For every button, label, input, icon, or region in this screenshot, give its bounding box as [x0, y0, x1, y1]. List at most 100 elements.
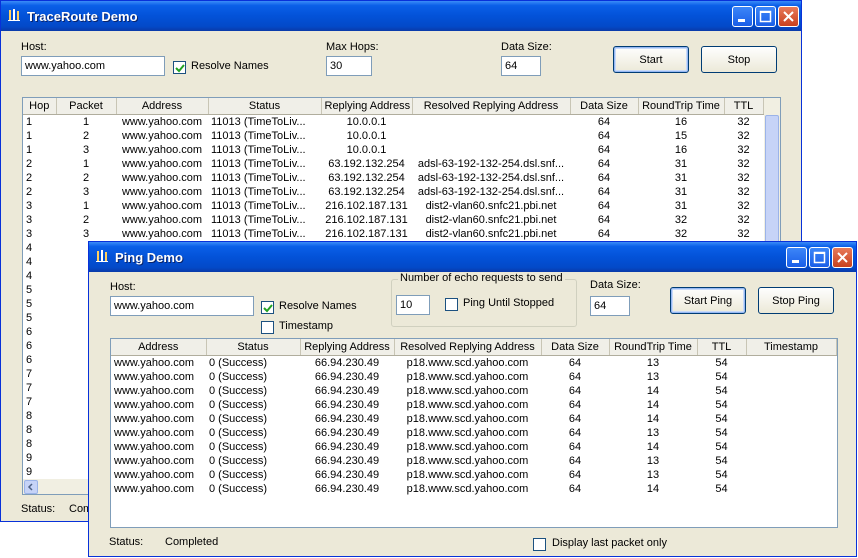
column-header[interactable]: TTL — [724, 98, 764, 115]
table-row[interactable]: www.yahoo.com 0 (Success) 66.94.230.49 p18.… — [111, 426, 836, 440]
table-row[interactable]: www.yahoo.com 0 (Success) 66.94.230.49 p18.… — [111, 398, 836, 412]
data-size-label: Data Size: — [590, 279, 641, 291]
timestamp-checkbox[interactable] — [261, 321, 274, 334]
table-cell: www.yahoo.com — [121, 214, 203, 226]
network-tower-icon — [8, 9, 20, 21]
scroll-thumb[interactable] — [765, 115, 779, 245]
resolve-names-checkbox[interactable] — [261, 301, 274, 314]
table-cell: 0 (Success) — [209, 455, 268, 467]
table-cell: 32 — [737, 158, 750, 170]
column-header[interactable]: Status — [208, 98, 322, 115]
table-cell: 3 — [26, 214, 33, 226]
table-cell: 64 — [597, 158, 611, 170]
chevron-left-icon — [27, 483, 33, 491]
table-cell: 66.94.230.49 — [314, 357, 380, 369]
table-cell: 54 — [715, 455, 728, 467]
host-input[interactable] — [21, 56, 165, 76]
column-header[interactable]: Data Size — [541, 339, 610, 356]
column-header[interactable]: Replying Address — [300, 339, 395, 356]
checkmark-icon — [263, 304, 273, 313]
table-row[interactable]: www.yahoo.com 0 (Success) 66.94.230.49 p18.… — [111, 440, 836, 454]
display-last-packet-checkbox[interactable] — [533, 538, 546, 551]
table-row[interactable]: www.yahoo.com 0 (Success) 66.94.230.49 p18.… — [111, 454, 836, 468]
status-label: Status: — [21, 503, 56, 515]
column-header[interactable]: Hop — [23, 98, 57, 115]
table-row[interactable]: www.yahoo.com 0 (Success) 66.94.230.49 p18.… — [111, 356, 836, 371]
table-row[interactable]: 2 3 www.yahoo.com 11013 (TimeToLiv... 63.192… — [23, 185, 763, 199]
table-cell: 0 (Success) — [209, 371, 268, 383]
table-cell: 11013 (TimeToLiv... — [211, 186, 306, 198]
scroll-left-arrow[interactable] — [24, 480, 38, 494]
status-label: Status: — [109, 536, 144, 548]
table-cell: 5 — [26, 298, 33, 310]
ping-results-list[interactable]: Address Status Replying Address Resolved Re… — [110, 338, 838, 528]
data-size-input[interactable] — [590, 296, 630, 316]
ping-titlebar[interactable]: Ping Demo — [89, 242, 856, 272]
max-hops-input[interactable] — [326, 56, 372, 76]
minimize-button[interactable] — [786, 247, 807, 268]
table-row[interactable]: 3 1 www.yahoo.com 11013 (TimeToLiv... 216.10… — [23, 199, 763, 213]
column-header[interactable]: Resolved Replying Address — [394, 339, 542, 356]
table-cell: www.yahoo.com — [121, 116, 203, 128]
start-button-label: Start — [639, 53, 663, 66]
table-row[interactable]: 3 3 www.yahoo.com 11013 (TimeToLiv... 216.10… — [23, 227, 763, 241]
maximize-button[interactable] — [755, 6, 776, 27]
close-button[interactable] — [778, 6, 799, 27]
resolve-names-checkbox[interactable] — [173, 61, 186, 74]
table-row[interactable]: www.yahoo.com 0 (Success) 66.94.230.49 p18.… — [111, 468, 836, 482]
column-header[interactable]: TTL — [697, 339, 747, 356]
traceroute-titlebar[interactable]: TraceRoute Demo — [1, 1, 801, 31]
column-header[interactable]: RoundTrip Time — [638, 98, 725, 115]
table-row[interactable]: www.yahoo.com 0 (Success) 66.94.230.49 p18.… — [111, 370, 836, 384]
table-cell: 32 — [737, 214, 750, 226]
start-button[interactable]: Start — [613, 46, 689, 73]
table-row[interactable]: 3 2 www.yahoo.com 11013 (TimeToLiv... 216.10… — [23, 213, 763, 227]
table-cell: 66.94.230.49 — [314, 427, 380, 439]
table-cell: 3 — [26, 228, 33, 240]
table-row[interactable]: 1 2 www.yahoo.com 11013 (TimeToLiv... 10.0.0… — [23, 129, 763, 143]
column-header[interactable]: Replying Address — [321, 98, 413, 115]
table-cell: 64 — [568, 469, 582, 481]
ping-window: Ping Demo Host: Resolve Names Timestamp … — [88, 241, 857, 557]
table-cell: 11013 (TimeToLiv... — [211, 200, 306, 212]
column-header[interactable]: Data Size — [570, 98, 639, 115]
timestamp-label: Timestamp — [279, 320, 333, 332]
table-cell: www.yahoo.com — [114, 385, 195, 397]
table-cell: 2 — [82, 172, 90, 184]
table-row[interactable]: 1 3 www.yahoo.com 11013 (TimeToLiv... 10.0.0… — [23, 143, 763, 157]
minimize-button[interactable] — [732, 6, 753, 27]
echo-count-input[interactable] — [396, 295, 430, 315]
column-header[interactable]: Status — [206, 339, 301, 356]
host-input[interactable] — [110, 296, 254, 316]
table-row[interactable]: www.yahoo.com 0 (Success) 66.94.230.49 p18.… — [111, 482, 836, 496]
table-cell: 66.94.230.49 — [314, 441, 380, 453]
column-header[interactable]: Address — [111, 339, 207, 356]
table-cell: p18.www.scd.yahoo.com — [406, 357, 529, 369]
data-size-input[interactable] — [501, 56, 541, 76]
table-row[interactable]: 2 2 www.yahoo.com 11013 (TimeToLiv... 63.192… — [23, 171, 763, 185]
table-row[interactable]: www.yahoo.com 0 (Success) 66.94.230.49 p18.… — [111, 412, 836, 426]
column-header[interactable]: Resolved Replying Address — [412, 98, 571, 115]
stop-button[interactable]: Stop — [701, 46, 777, 73]
table-cell: 14 — [646, 441, 660, 453]
table-cell: adsl-63-192-132-254.dsl.snf... — [417, 158, 565, 170]
table-row[interactable]: 1 1 www.yahoo.com 11013 (TimeToLiv... 10.0.0… — [23, 115, 763, 130]
column-header[interactable]: Packet — [56, 98, 117, 115]
table-cell: www.yahoo.com — [114, 469, 195, 481]
table-cell: 66.94.230.49 — [314, 385, 380, 397]
table-cell: 66.94.230.49 — [314, 371, 380, 383]
table-cell — [412, 115, 570, 130]
ping-until-stopped-checkbox[interactable] — [445, 298, 458, 311]
column-header[interactable]: Timestamp — [746, 339, 837, 356]
table-cell: 32 — [737, 228, 750, 240]
stop-ping-button[interactable]: Stop Ping — [758, 287, 834, 314]
table-cell: p18.www.scd.yahoo.com — [406, 371, 529, 383]
table-row[interactable]: 2 1 www.yahoo.com 11013 (TimeToLiv... 63.192… — [23, 157, 763, 171]
column-header[interactable]: Address — [116, 98, 209, 115]
close-button[interactable] — [832, 247, 853, 268]
column-header[interactable]: RoundTrip Time — [609, 339, 698, 356]
table-row[interactable]: www.yahoo.com 0 (Success) 66.94.230.49 p18.… — [111, 384, 836, 398]
start-ping-button[interactable]: Start Ping — [670, 287, 746, 314]
maximize-button[interactable] — [809, 247, 830, 268]
table-cell: 0 (Success) — [209, 357, 268, 369]
